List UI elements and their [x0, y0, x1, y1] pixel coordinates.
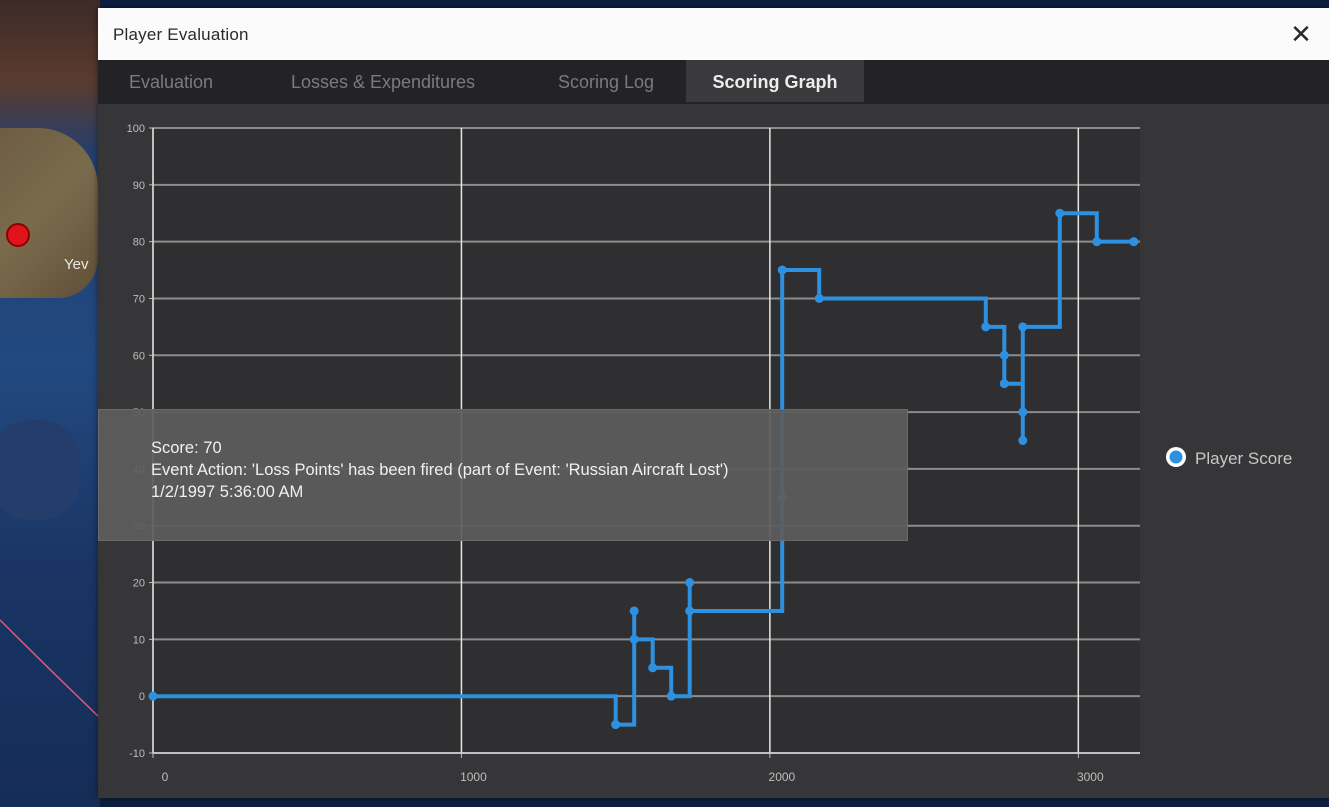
close-icon[interactable]: ✕ [1285, 18, 1317, 50]
legend-marker-fill [1169, 450, 1183, 464]
tab-evaluation[interactable]: Evaluation [102, 60, 240, 102]
map-place-label: Yev [64, 256, 89, 273]
y-tick-label: -10 [129, 748, 145, 760]
window-titlebar: Player Evaluation ✕ [98, 8, 1329, 60]
map-sea-area [0, 420, 80, 520]
data-point[interactable] [629, 606, 639, 616]
y-tick-label: 60 [133, 350, 145, 362]
data-point[interactable] [685, 578, 695, 588]
chart-legend: Player Score [1166, 447, 1292, 468]
y-tick-label: 0 [139, 691, 145, 703]
player-evaluation-window: Player Evaluation ✕ Evaluation Losses & … [98, 8, 1329, 798]
y-tick-label: 70 [133, 293, 145, 305]
tooltip-time: 1/2/1997 5:36:00 AM [151, 483, 304, 501]
x-tick-label: 2000 [769, 770, 796, 784]
data-point[interactable] [1018, 407, 1028, 417]
score-tooltip: Score: 70 Event Action: 'Loss Points' ha… [98, 409, 908, 541]
legend-label-player-score[interactable]: Player Score [1195, 449, 1292, 468]
map-unit-marker-icon[interactable] [8, 225, 28, 245]
data-point[interactable] [999, 379, 1009, 389]
x-tick-label: 3000 [1077, 770, 1104, 784]
scoring-graph-panel: -1001020304050607080901000100020003000 P… [98, 104, 1329, 798]
data-point[interactable] [148, 691, 158, 701]
tab-bar: Evaluation Losses & Expenditures Scoring… [98, 60, 1329, 104]
background-map: Yev [0, 0, 100, 807]
tab-scoring-graph[interactable]: Scoring Graph [686, 60, 864, 102]
data-point[interactable] [1092, 237, 1102, 247]
data-point[interactable] [981, 322, 991, 332]
tab-scoring-log[interactable]: Scoring Log [528, 60, 684, 102]
y-tick-label: 90 [133, 180, 145, 192]
window-title: Player Evaluation [113, 25, 249, 44]
y-tick-label: 20 [133, 578, 145, 590]
data-point[interactable] [814, 293, 824, 303]
data-point[interactable] [1129, 237, 1139, 247]
data-point[interactable] [999, 350, 1009, 360]
data-point[interactable] [685, 606, 695, 616]
data-point[interactable] [666, 691, 676, 701]
data-point[interactable] [777, 265, 787, 275]
y-tick-label: 80 [133, 237, 145, 249]
y-tick-label: 10 [133, 634, 145, 646]
data-point[interactable] [1055, 208, 1065, 218]
data-point[interactable] [611, 720, 621, 730]
tooltip-event: Event Action: 'Loss Points' has been fir… [151, 461, 729, 479]
data-point[interactable] [1018, 322, 1028, 332]
x-tick-label: 1000 [460, 770, 487, 784]
data-point[interactable] [648, 663, 658, 673]
data-point[interactable] [629, 634, 639, 644]
tooltip-score: Score: 70 [151, 439, 222, 457]
map-route-line [0, 619, 100, 719]
data-point[interactable] [1018, 436, 1028, 445]
x-tick-label: 0 [162, 770, 169, 784]
tab-losses-expenditures[interactable]: Losses & Expenditures [258, 60, 508, 102]
y-tick-label: 100 [127, 123, 145, 135]
